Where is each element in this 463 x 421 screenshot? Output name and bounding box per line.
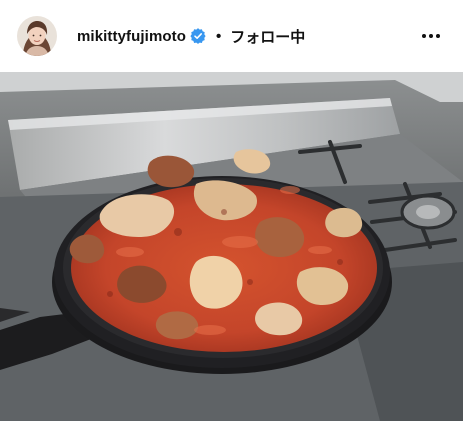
instagram-post: mikittyfujimoto • フォロー中 xyxy=(0,0,463,421)
post-header: mikittyfujimoto • フォロー中 xyxy=(0,0,463,72)
follow-status-button[interactable]: フォロー中 xyxy=(230,26,305,47)
avatar[interactable] xyxy=(17,16,57,56)
post-photo[interactable] xyxy=(0,72,463,421)
verified-badge-icon xyxy=(190,28,206,44)
separator-dot: • xyxy=(216,27,222,45)
username-link[interactable]: mikittyfujimoto xyxy=(77,28,186,45)
more-options-icon[interactable] xyxy=(419,24,443,48)
